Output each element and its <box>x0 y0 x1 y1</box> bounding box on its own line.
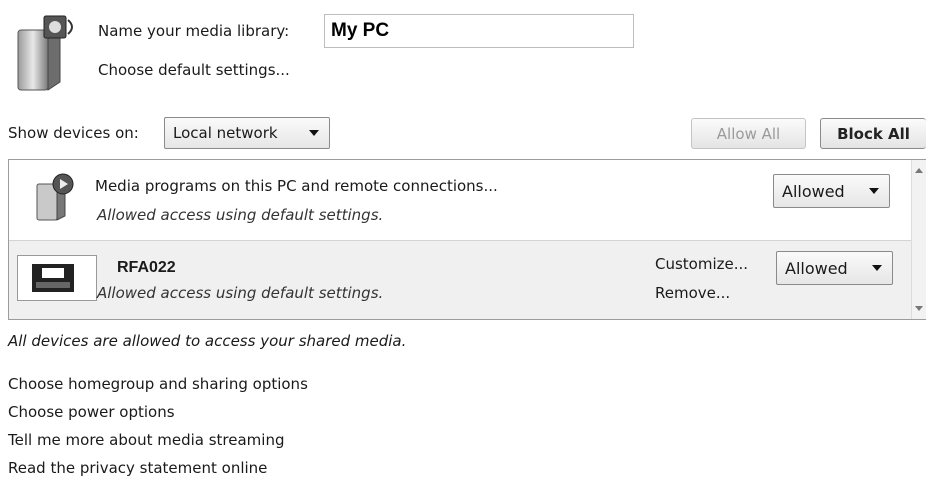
device-row-rfa022[interactable]: RFA022 Allowed access using default sett… <box>9 240 911 319</box>
media-programs-status-select[interactable]: Allowed <box>773 174 890 208</box>
homegroup-sharing-link[interactable]: Choose homegroup and sharing options <box>8 375 308 393</box>
chevron-down-icon <box>872 265 882 271</box>
show-devices-label: Show devices on: <box>8 124 139 142</box>
media-programs-icon <box>33 170 79 222</box>
radio-device-icon <box>17 255 97 301</box>
list-scrollbar[interactable] <box>911 160 926 319</box>
allow-all-button[interactable]: Allow All <box>691 118 806 149</box>
media-library-icon <box>14 12 78 92</box>
library-name-input[interactable] <box>324 14 634 48</box>
media-streaming-info-link[interactable]: Tell me more about media streaming <box>8 431 284 449</box>
power-options-link[interactable]: Choose power options <box>8 403 175 421</box>
device-row-media-programs[interactable]: Media programs on this PC and remote con… <box>9 160 911 236</box>
device-status-select[interactable]: Allowed <box>776 251 893 285</box>
scroll-down-icon[interactable] <box>915 306 923 311</box>
network-select[interactable]: Local network <box>164 117 330 149</box>
chevron-down-icon <box>309 130 319 136</box>
media-programs-title: Media programs on this PC and remote con… <box>95 177 498 195</box>
chevron-down-icon <box>869 188 879 194</box>
status-select-value: Allowed <box>782 181 845 201</box>
media-programs-subtitle: Allowed access using default settings. <box>97 206 384 224</box>
status-select-value: Allowed <box>785 258 848 278</box>
device-name: RFA022 <box>117 259 176 276</box>
library-name-label: Name your media library: <box>98 22 290 40</box>
sharing-summary: All devices are allowed to access your s… <box>8 332 407 350</box>
remove-link[interactable]: Remove... <box>655 284 730 302</box>
customize-link[interactable]: Customize... <box>655 255 748 273</box>
device-subtitle: Allowed access using default settings. <box>97 284 384 302</box>
privacy-statement-link[interactable]: Read the privacy statement online <box>8 459 267 477</box>
network-select-value: Local network <box>173 124 278 142</box>
device-list: Media programs on this PC and remote con… <box>8 159 926 320</box>
choose-default-settings-link[interactable]: Choose default settings... <box>98 61 290 79</box>
block-all-button[interactable]: Block All <box>820 118 926 149</box>
scroll-up-icon[interactable] <box>915 168 923 173</box>
